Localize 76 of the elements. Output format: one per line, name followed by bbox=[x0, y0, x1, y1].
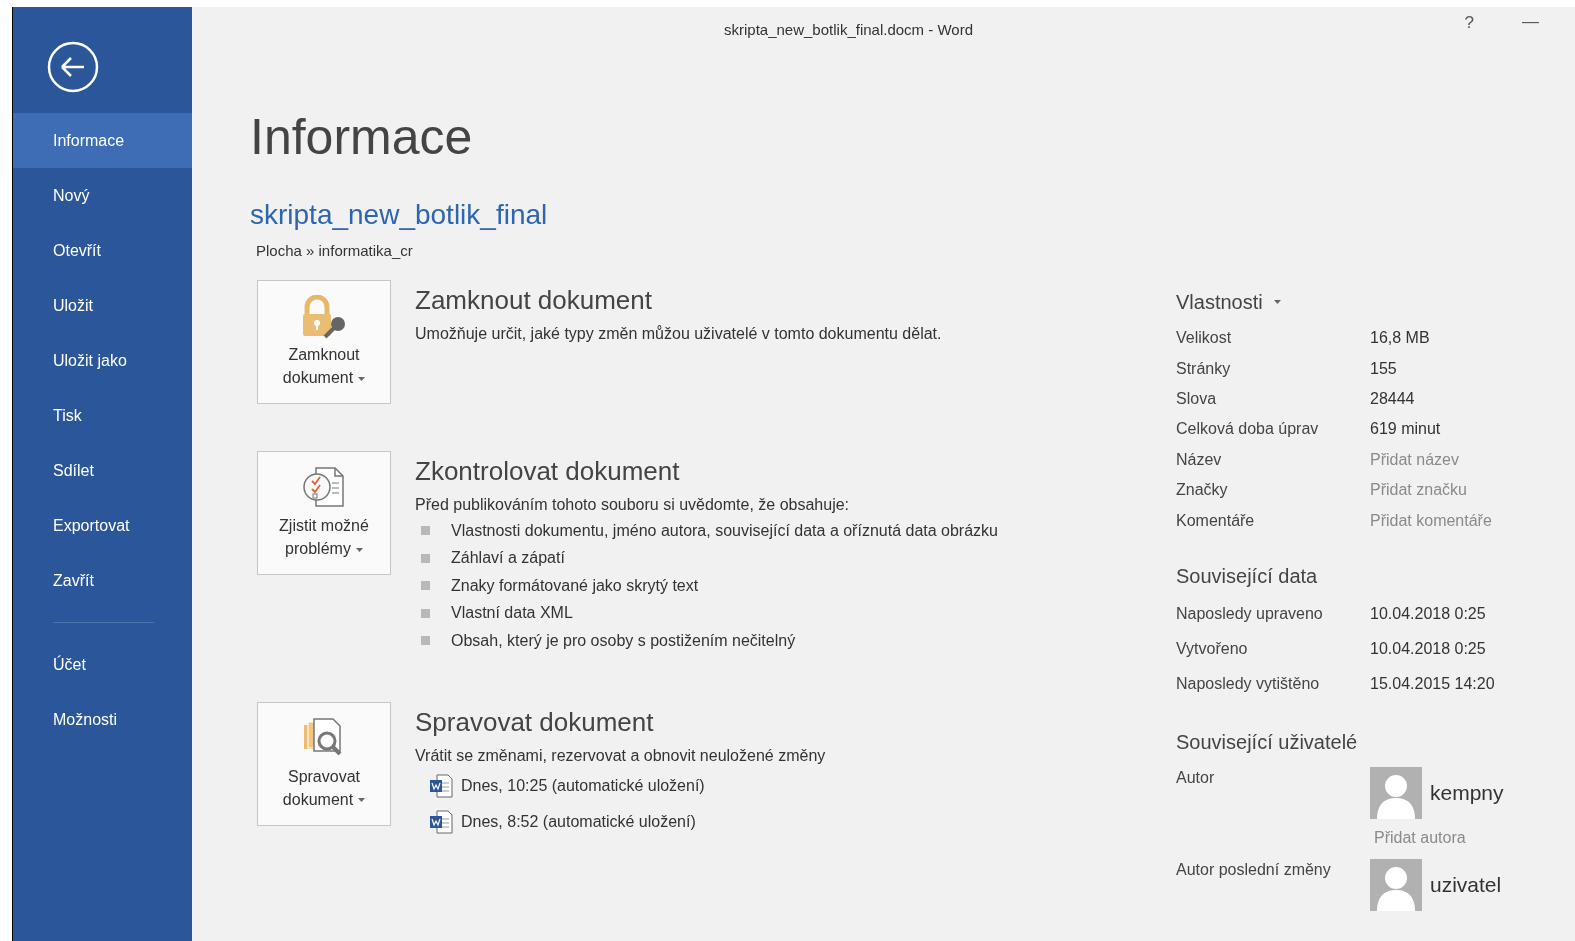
window-title: skripta_new_botlik_final.docm - Word bbox=[724, 21, 973, 38]
property-value: 28444 bbox=[1370, 389, 1415, 408]
caret-icon bbox=[355, 547, 363, 552]
caret-icon bbox=[1273, 300, 1281, 304]
bullet-icon bbox=[421, 526, 430, 536]
section-heading: Související data bbox=[1176, 563, 1319, 589]
property-label: Slova bbox=[1176, 389, 1218, 408]
properties-dropdown[interactable]: Vlastnosti bbox=[1176, 287, 1575, 317]
section-title: Zamknout dokument bbox=[415, 284, 653, 316]
section-heading: Související uživatelé bbox=[1176, 729, 1359, 755]
property-label: Celková doba úprav bbox=[1176, 420, 1320, 439]
section-title: Zkontrolovat dokument bbox=[415, 455, 681, 487]
person-name: uzivatel bbox=[1430, 872, 1502, 897]
property-value: 16,8 MB bbox=[1370, 329, 1430, 348]
property-label: Naposledy vytištěno bbox=[1176, 675, 1321, 694]
sidebar-item[interactable]: Informace bbox=[13, 113, 192, 168]
property-label: Naposledy upraveno bbox=[1176, 605, 1324, 624]
sidebar-item[interactable]: Tisk bbox=[13, 388, 192, 443]
property-label: Název bbox=[1176, 450, 1223, 469]
caret-icon bbox=[358, 376, 366, 381]
list-item: Vlastnosti dokumentu, jméno autora, související data a oříznutá data obrázku bbox=[451, 521, 998, 540]
property-label: Stránky bbox=[1176, 359, 1232, 378]
avatar-icon bbox=[1370, 858, 1422, 911]
section-description: Umožňuje určit, jaké typy změn můžou uživatelé v tomto dokumentu dělat. bbox=[415, 324, 942, 344]
property-value: 10.04.2018 0:25 bbox=[1370, 605, 1486, 624]
section-title: Spravovat dokument bbox=[415, 705, 655, 738]
inspect-document-button[interactable]: Zjistit možné problémy bbox=[257, 451, 391, 575]
document-name: skripta_new_botlik_final bbox=[250, 198, 549, 232]
property-label: Vytvořeno bbox=[1176, 640, 1249, 659]
bullet-icon bbox=[421, 608, 430, 618]
property-label: Značky bbox=[1176, 481, 1229, 500]
sidebar-item[interactable]: Exportovat bbox=[13, 498, 192, 553]
property-field[interactable]: Přidat značku bbox=[1370, 481, 1540, 500]
sidebar-item[interactable]: Účet bbox=[13, 637, 192, 692]
document-path: Plocha » informatika_cr bbox=[256, 241, 414, 261]
bullet-icon bbox=[421, 581, 430, 591]
list-item: Vlastní data XML bbox=[451, 604, 573, 623]
checklist-document-icon bbox=[302, 466, 346, 510]
lock-key-icon bbox=[301, 295, 347, 339]
sidebar-item[interactable]: Zavřít bbox=[13, 553, 192, 608]
property-value: 155 bbox=[1370, 359, 1397, 378]
section-description: Vrátit se změnami, rezervovat a obnovit neuložené změny bbox=[415, 745, 826, 766]
property-value: 619 minut bbox=[1370, 420, 1441, 439]
page-heading: Informace bbox=[250, 108, 474, 167]
back-button[interactable] bbox=[47, 41, 99, 93]
property-field[interactable]: Přidat komentáře bbox=[1370, 511, 1540, 530]
sidebar-item[interactable]: Uložit bbox=[13, 278, 192, 333]
property-label: Autor bbox=[1176, 767, 1216, 787]
section-description: Před publikováním tohoto souboru si uvědomte, že obsahuje: bbox=[415, 495, 851, 515]
word-document-icon bbox=[429, 773, 453, 798]
caret-icon bbox=[358, 798, 366, 803]
list-item: Obsah, který je pro osoby s postižením nečitelný bbox=[451, 631, 796, 650]
list-item: Záhlaví a zápatí bbox=[451, 549, 565, 568]
sidebar-item[interactable]: Sdílet bbox=[13, 443, 192, 498]
property-label: Velikost bbox=[1176, 329, 1233, 348]
sidebar-item[interactable]: Otevřít bbox=[13, 223, 192, 278]
bullet-icon bbox=[421, 636, 430, 646]
bullet-icon bbox=[421, 553, 430, 563]
property-value: 10.04.2018 0:25 bbox=[1370, 640, 1486, 659]
version-link[interactable]: Dnes, 8:52 (automatické uložení) bbox=[415, 803, 826, 840]
help-button[interactable]: ? bbox=[1464, 13, 1474, 33]
sidebar-item[interactable]: Uložit jako bbox=[13, 333, 192, 388]
minimize-button[interactable]: — bbox=[1522, 10, 1539, 33]
person-name: kempny bbox=[1430, 780, 1504, 805]
version-link[interactable]: Dnes, 10:25 (automatické uložení) bbox=[415, 767, 826, 804]
manage-document-button[interactable]: Spravovat dokument bbox=[257, 701, 391, 826]
property-value: 15.04.2015 14:20 bbox=[1370, 675, 1495, 694]
sidebar-item[interactable]: Možnosti bbox=[13, 692, 192, 747]
property-field[interactable]: Přidat název bbox=[1370, 450, 1540, 469]
avatar-icon bbox=[1370, 766, 1422, 819]
word-document-icon bbox=[429, 809, 453, 834]
list-item: Znaky formátované jako skrytý text bbox=[451, 576, 699, 595]
property-label: Komentáře bbox=[1176, 511, 1256, 530]
property-label: Autor poslední změny bbox=[1176, 859, 1332, 879]
protect-document-button[interactable]: Zamknout dokument bbox=[257, 280, 391, 404]
sidebar-item[interactable]: Nový bbox=[13, 168, 192, 223]
